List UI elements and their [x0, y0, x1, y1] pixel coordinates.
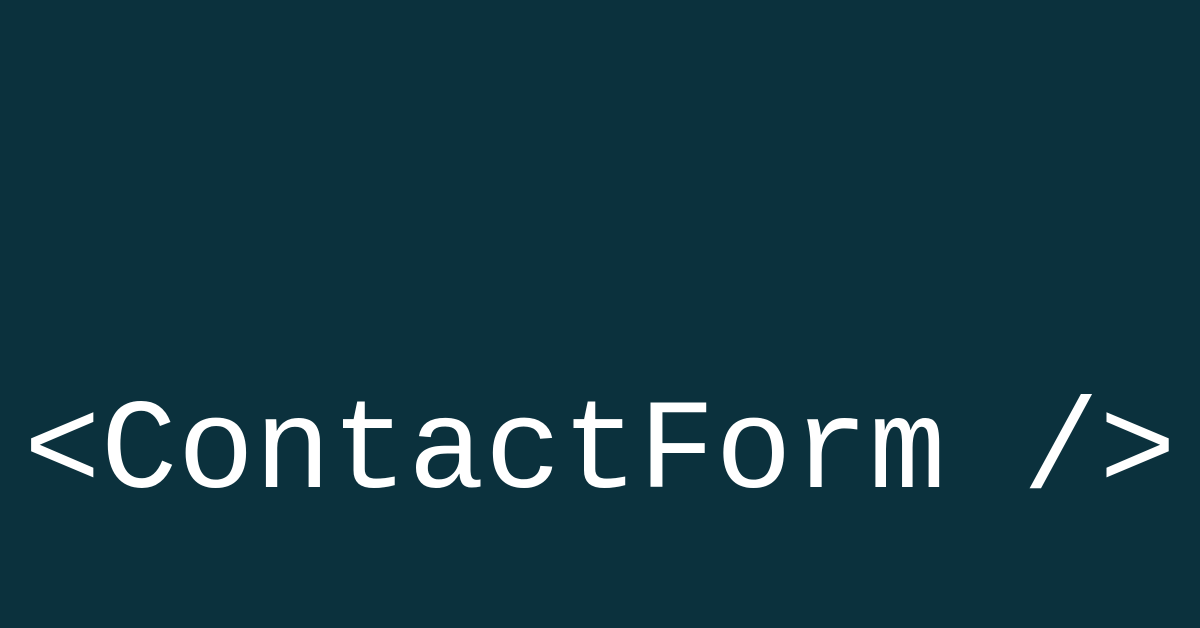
component-tag-text: <ContactForm />	[24, 390, 1176, 518]
